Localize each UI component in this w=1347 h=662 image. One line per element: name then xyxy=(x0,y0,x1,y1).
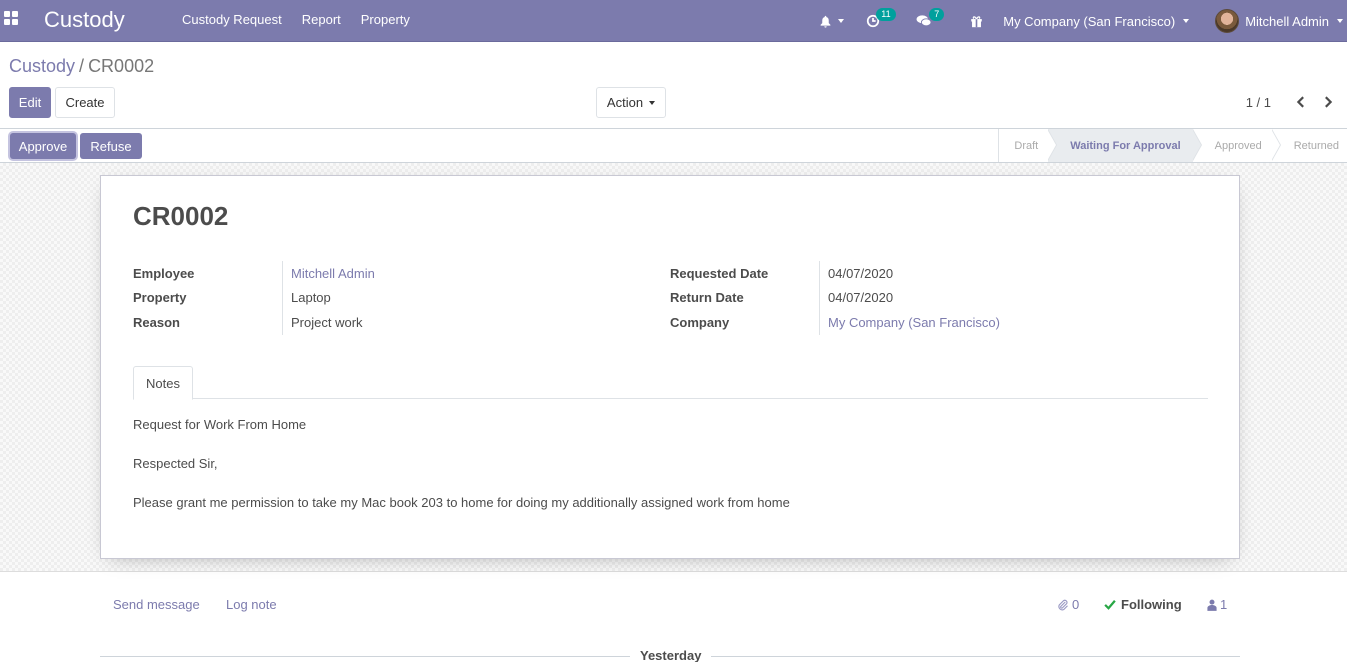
status-stages: Draft Waiting For Approval Approved Retu… xyxy=(998,128,1347,162)
stage-draft[interactable]: Draft xyxy=(999,128,1058,162)
activities-button[interactable]: 11 xyxy=(866,8,896,28)
stage-approved[interactable]: Approved xyxy=(1193,128,1281,162)
user-avatar xyxy=(1215,9,1240,33)
breadcrumb-parent[interactable]: Custody xyxy=(9,56,75,76)
stage-label: Waiting For Approval xyxy=(1070,139,1181,152)
menu-item-custody-request[interactable]: Custody Request xyxy=(182,12,282,27)
company-label: Company xyxy=(670,314,730,330)
refuse-button[interactable]: Refuse xyxy=(80,133,142,159)
messages-button[interactable]: 7 xyxy=(916,8,945,28)
date-divider-left xyxy=(100,656,630,657)
employee-value[interactable]: Mitchell Admin xyxy=(291,266,375,281)
stage-label: Returned xyxy=(1293,139,1339,152)
caret-down-icon xyxy=(1183,19,1190,23)
caret-down-icon xyxy=(649,100,656,105)
date-separator: Yesterday xyxy=(640,648,702,662)
menu-item-report[interactable]: Report xyxy=(302,12,341,27)
notebook-tabs: Notes xyxy=(133,366,1208,400)
record-title: CR0002 xyxy=(133,201,229,231)
requested-date-value: 04/07/2020 xyxy=(828,265,894,281)
form-sheet: CR0002 Employee Mitchell Admin Property La… xyxy=(100,175,1240,559)
following-label: Following xyxy=(1121,597,1182,612)
stage-returned[interactable]: Returned xyxy=(1272,129,1347,162)
approve-button[interactable]: Approve xyxy=(10,133,76,159)
apps-menu-icon[interactable] xyxy=(4,11,18,25)
reason-label: Reason xyxy=(133,314,180,330)
company-switcher[interactable]: My Company (San Francisco) xyxy=(1003,13,1190,29)
reason-value: Project work xyxy=(291,314,363,330)
followers-count: 1 xyxy=(1220,597,1228,612)
stage-label: Draft xyxy=(1014,139,1039,152)
stage-arrow xyxy=(1270,128,1281,161)
systray: 11 7 My Company (San Francisco) Mitchell… xyxy=(819,0,1347,42)
stage-waiting-for-approval[interactable]: Waiting For Approval xyxy=(1048,128,1202,162)
bell-icon xyxy=(820,15,831,28)
left-field-group: Employee Mitchell Admin Property Laptop Re… xyxy=(133,261,633,335)
gift-icon xyxy=(971,15,983,27)
company-value[interactable]: My Company (San Francisco) xyxy=(828,315,1000,330)
pager-next-button[interactable] xyxy=(1318,92,1338,112)
paperclip-icon xyxy=(1058,599,1068,610)
gift-button[interactable] xyxy=(970,15,983,28)
note-line: Request for Work From Home xyxy=(133,417,307,432)
statusbar: Approve Refuse Draft Waiting For Approva… xyxy=(0,128,1347,163)
following-button[interactable]: Following xyxy=(1104,597,1182,612)
right-field-group: Requested Date 04/07/2020 Return Date 04/0… xyxy=(670,261,1170,335)
requested-date-label: Requested Date xyxy=(670,265,769,281)
date-divider-right xyxy=(711,656,1240,657)
messages-count-badge: 7 xyxy=(929,8,945,21)
note-line: Please grant me permission to take my Ma… xyxy=(133,495,790,510)
stage-label: Approved xyxy=(1214,139,1262,152)
company-name: My Company (San Francisco) xyxy=(1003,13,1176,29)
field-separator xyxy=(819,261,820,335)
main-menu: Custody Request Report Property xyxy=(182,12,410,27)
attachments-button[interactable]: 0 xyxy=(1057,597,1079,612)
note-line: Respected Sir, xyxy=(133,456,218,471)
pager-previous-button[interactable] xyxy=(1291,92,1311,112)
log-note-button[interactable]: Log note xyxy=(226,597,277,612)
property-value: Laptop xyxy=(291,290,331,306)
breadcrumb-current: CR0002 xyxy=(88,56,155,76)
property-label: Property xyxy=(133,290,187,306)
notifications-dropdown[interactable] xyxy=(819,15,845,28)
stage-arrow xyxy=(1191,128,1202,161)
followers-button[interactable]: 1 xyxy=(1207,597,1227,612)
field-separator xyxy=(282,261,283,335)
menu-item-property[interactable]: Property xyxy=(361,12,410,27)
top-navbar: Custody Custody Request Report Property … xyxy=(0,0,1347,42)
activity-count-badge: 11 xyxy=(876,8,896,21)
breadcrumb: Custody / CR0002 xyxy=(9,56,154,77)
stage-arrow xyxy=(1047,128,1058,161)
pager-value: 1 / 1 xyxy=(1245,95,1271,110)
action-label: Action xyxy=(606,95,644,110)
return-date-value: 04/07/2020 xyxy=(828,290,894,306)
tab-notes[interactable]: Notes xyxy=(133,366,193,400)
attachments-count: 0 xyxy=(1072,597,1080,612)
caret-down-icon xyxy=(838,19,845,23)
action-dropdown[interactable]: Action xyxy=(596,87,666,118)
app-brand: Custody xyxy=(44,7,125,32)
return-date-label: Return Date xyxy=(670,290,744,306)
chevron-right-icon xyxy=(1325,96,1333,108)
edit-button[interactable]: Edit xyxy=(9,87,51,118)
breadcrumb-separator: / xyxy=(79,56,85,76)
user-name: Mitchell Admin xyxy=(1245,13,1329,29)
check-icon xyxy=(1104,600,1116,610)
user-icon xyxy=(1207,599,1217,611)
create-button[interactable]: Create xyxy=(55,87,115,118)
user-menu[interactable]: Mitchell Admin xyxy=(1215,9,1343,33)
employee-label: Employee xyxy=(133,265,195,281)
chevron-left-icon xyxy=(1296,96,1304,108)
send-message-button[interactable]: Send message xyxy=(113,597,200,612)
caret-down-icon xyxy=(1337,19,1343,23)
